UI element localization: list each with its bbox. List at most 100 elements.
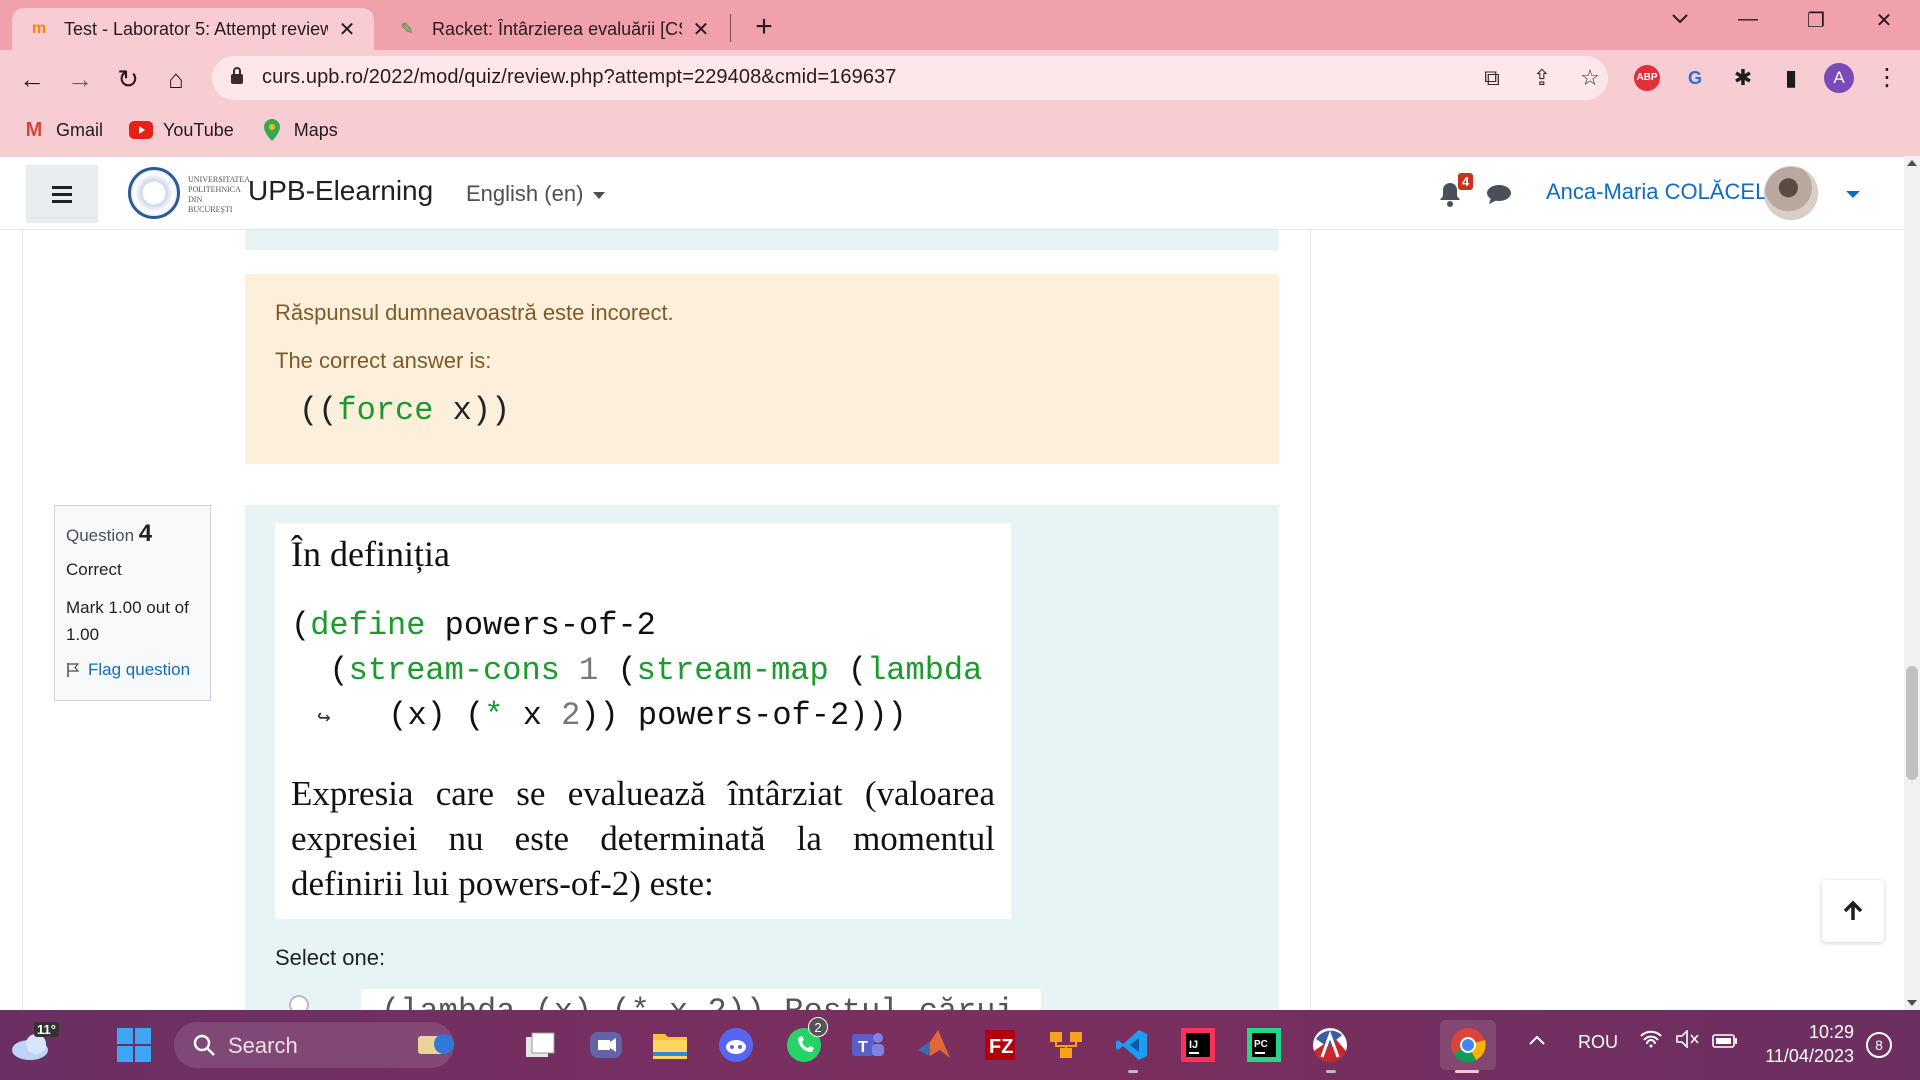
- share-icon[interactable]: ⇪: [1528, 64, 1556, 92]
- translate-icon[interactable]: ⧉: [1478, 64, 1506, 92]
- running-indicator: [1128, 1070, 1138, 1073]
- input-language[interactable]: ROU: [1578, 1032, 1618, 1053]
- messages-icon[interactable]: [1486, 183, 1512, 205]
- scroll-down-arrow-icon[interactable]: [1907, 1000, 1917, 1006]
- notification-center-badge[interactable]: 8: [1866, 1032, 1892, 1058]
- option-a-image[interactable]: (lambda (x) (* x 2)) Rostul cărui e: [361, 989, 1041, 1010]
- google-translate-icon[interactable]: G: [1680, 63, 1710, 93]
- arrow-up-icon: [1843, 900, 1863, 920]
- flag-question-link[interactable]: Flag question: [66, 660, 199, 680]
- battery-icon[interactable]: [1712, 1032, 1738, 1053]
- minimize-window-button[interactable]: —: [1728, 8, 1768, 31]
- microsoft-teams-icon[interactable]: T: [848, 1025, 888, 1065]
- close-tab-icon[interactable]: ✕: [336, 17, 358, 42]
- svg-text:IJ: IJ: [1189, 1039, 1198, 1051]
- notification-count-badge: 4: [1458, 173, 1474, 190]
- scroll-up-arrow-icon[interactable]: [1907, 160, 1917, 166]
- side-panel-icon[interactable]: ▮: [1776, 63, 1806, 93]
- weather-temperature: 11°: [34, 1022, 59, 1037]
- teams-meet-icon[interactable]: [586, 1025, 626, 1065]
- question-info-panel: Question 4 Correct Mark 1.00 out of 1.00…: [54, 505, 211, 701]
- tab-title: Test - Laborator 5: Attempt review: [64, 18, 328, 39]
- site-brand[interactable]: UPB-Elearning: [248, 175, 433, 207]
- back-button[interactable]: ←: [16, 63, 48, 95]
- scrollbar-thumb[interactable]: [1906, 666, 1918, 780]
- right-region-border: [1310, 230, 1311, 1010]
- moodle-navbar: UNIVERSITATEA POLITEHNICA DIN BUCUREȘTI …: [0, 156, 1904, 230]
- svg-text:T: T: [858, 1039, 868, 1056]
- forward-button[interactable]: →: [64, 63, 96, 95]
- intellij-icon[interactable]: IJ: [1178, 1025, 1218, 1065]
- flag-icon: [67, 663, 80, 677]
- wifi-icon[interactable]: [1640, 1030, 1662, 1053]
- question-description: Expresia care se evaluează întârziat (va…: [291, 774, 995, 903]
- back-to-top-button[interactable]: [1822, 880, 1884, 942]
- close-tab-icon[interactable]: ✕: [690, 17, 712, 42]
- network-tool-icon[interactable]: [1046, 1025, 1086, 1065]
- youtube-icon: [129, 120, 154, 140]
- running-indicator: [1326, 1070, 1336, 1073]
- drawer-toggle-button[interactable]: [26, 165, 98, 223]
- reload-button[interactable]: ↻: [112, 63, 144, 95]
- tab-quiz-review[interactable]: m Test - Laborator 5: Attempt review ✕: [12, 8, 374, 50]
- tray-overflow-chevron-icon[interactable]: [1528, 1030, 1546, 1051]
- filezilla-icon[interactable]: FZ: [980, 1025, 1020, 1065]
- tab-racket[interactable]: ✎ Racket: Întârzierea evaluării [CS C ✕: [380, 8, 728, 50]
- question-number: Question 4: [66, 520, 153, 547]
- question-grade: Mark 1.00 out of 1.00: [66, 598, 189, 644]
- restore-window-button[interactable]: ❐: [1796, 8, 1836, 33]
- whatsapp-icon[interactable]: 2: [784, 1017, 828, 1065]
- page-scrollbar[interactable]: [1904, 156, 1920, 1010]
- taskbar-search[interactable]: Search: [174, 1022, 454, 1068]
- language-menu[interactable]: English (en): [466, 181, 606, 207]
- task-view-icon[interactable]: [520, 1025, 560, 1065]
- url-text[interactable]: curs.upb.ro/2022/mod/quiz/review.php?att…: [262, 66, 897, 89]
- tab-search-chevron-icon[interactable]: [1660, 8, 1700, 31]
- chrome-taskbar-icon[interactable]: [1440, 1020, 1496, 1070]
- right-answer-code: ((force x)): [299, 392, 511, 429]
- bookmark-maps[interactable]: Maps: [260, 119, 338, 141]
- file-explorer-icon[interactable]: [650, 1025, 690, 1065]
- close-window-button[interactable]: ✕: [1864, 8, 1904, 33]
- system-clock[interactable]: 10:29 11/04/2023: [1758, 1020, 1854, 1068]
- select-one-label: Select one:: [275, 945, 386, 970]
- svg-text:FZ: FZ: [989, 1036, 1013, 1058]
- adblock-plus-icon[interactable]: ABP: [1634, 65, 1660, 91]
- right-answer-label: The correct answer is:: [275, 348, 492, 373]
- windows-taskbar: 11° Search 2 T FZ IJ PC ROU 10:29 11/04/…: [0, 1010, 1920, 1080]
- bookmark-youtube[interactable]: YouTube: [129, 120, 234, 141]
- lock-icon: [231, 67, 243, 84]
- user-avatar[interactable]: [1764, 166, 1818, 220]
- clock-date: 11/04/2023: [1765, 1046, 1854, 1066]
- new-tab-button[interactable]: +: [748, 10, 780, 44]
- chrome-menu-icon[interactable]: ⋮: [1872, 63, 1902, 93]
- matlab-icon[interactable]: [914, 1025, 954, 1065]
- vscode-icon[interactable]: [1112, 1025, 1152, 1065]
- home-button[interactable]: ⌂: [160, 63, 192, 95]
- bookmark-gmail[interactable]: M Gmail: [22, 119, 103, 141]
- chrome-profile-avatar[interactable]: A: [1824, 63, 1854, 93]
- maps-icon: [260, 119, 284, 141]
- search-icon: [193, 1034, 215, 1056]
- windows-start-icon[interactable]: [114, 1025, 154, 1065]
- bookmark-star-icon[interactable]: ☆: [1576, 64, 1604, 92]
- browser-tabstrip: m Test - Laborator 5: Attempt review ✕ ✎…: [0, 0, 1920, 50]
- whatsapp-badge: 2: [808, 1017, 828, 1037]
- logo-text: UNIVERSITATEA POLITEHNICA DIN BUCUREȘTI: [188, 175, 250, 214]
- tab-title: Racket: Întârzierea evaluării [CS C: [432, 18, 682, 39]
- extensions-icon[interactable]: ✱: [1728, 63, 1758, 93]
- racket-drracket-icon[interactable]: [1310, 1025, 1350, 1065]
- question-formulation: În definiția (define powers-of-2 (stream…: [245, 505, 1279, 1010]
- user-name[interactable]: Anca-Maria COLĂCEL: [1546, 179, 1767, 205]
- discord-icon[interactable]: [716, 1025, 756, 1065]
- volume-muted-icon[interactable]: [1676, 1029, 1700, 1053]
- option-a-radio[interactable]: [289, 995, 309, 1010]
- upb-logo[interactable]: [128, 167, 180, 219]
- bookmarks-bar: M Gmail YouTube Maps: [0, 112, 342, 148]
- pycharm-icon[interactable]: PC: [1244, 1025, 1284, 1065]
- address-bar[interactable]: curs.upb.ro/2022/mod/quiz/review.php?att…: [212, 56, 1608, 100]
- search-highlight-icon: [418, 1034, 454, 1054]
- left-region-border: [22, 230, 23, 1010]
- caret-down-icon: [593, 191, 606, 199]
- user-menu-caret-icon[interactable]: [1846, 191, 1860, 198]
